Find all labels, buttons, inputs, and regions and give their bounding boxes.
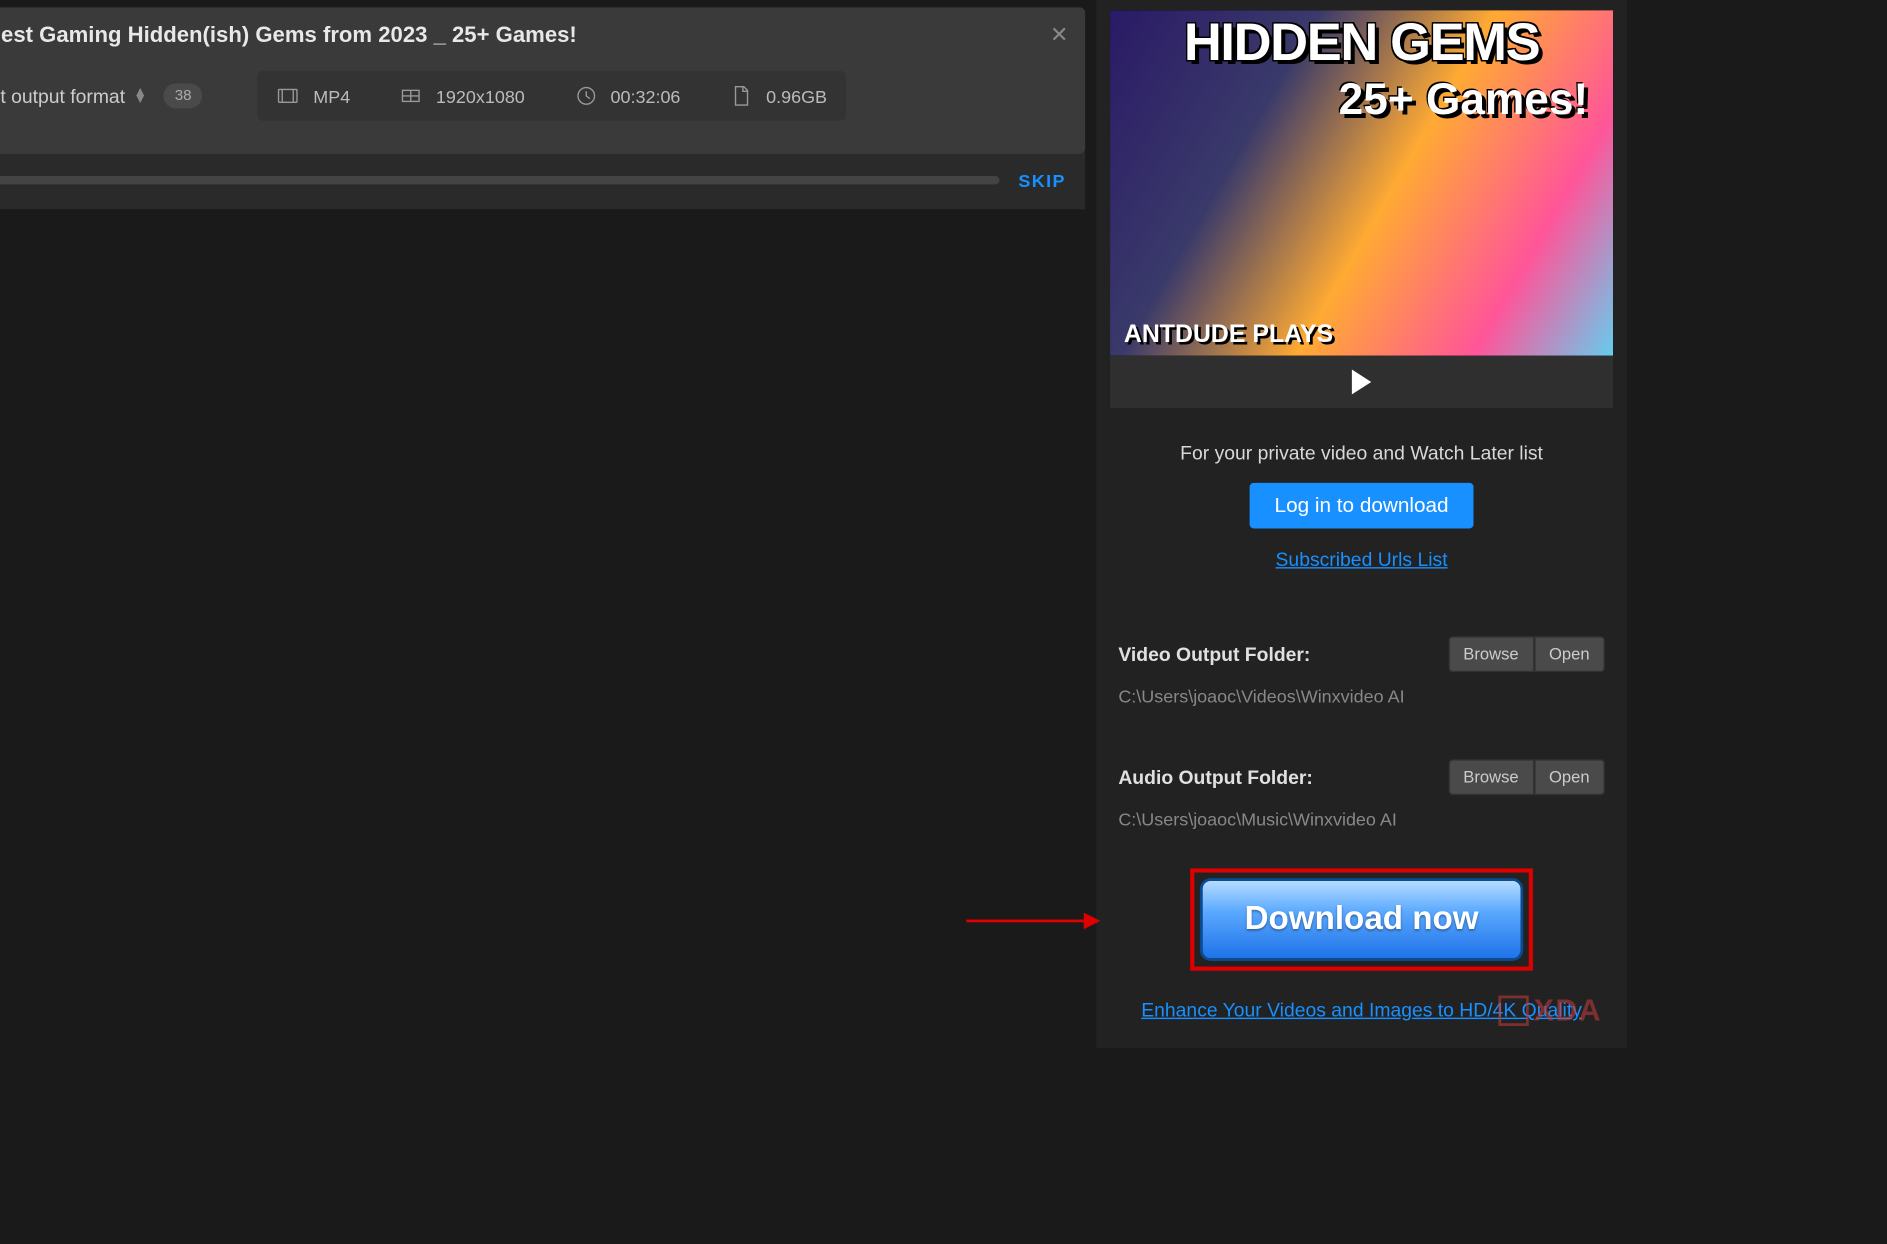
audio-open-button[interactable]: Open [1534, 759, 1605, 795]
audio-output-path: C:\Users\joaoc\Music\Winxvideo AI [1118, 809, 1604, 830]
video-output-path: C:\Users\joaoc\Videos\Winxvideo AI [1118, 686, 1604, 707]
format-resolution: 1920x1080 [400, 85, 525, 107]
preview-sub-text: 25+ Games! [1339, 74, 1589, 125]
sort-icon: ▲▼ [133, 89, 147, 103]
select-format-label[interactable]: Select output format ▲▼ [0, 85, 147, 107]
format-codec: MP4 [277, 85, 350, 107]
audio-output-label: Audio Output Folder: [1118, 766, 1313, 788]
play-icon [1352, 370, 1371, 395]
annotation-arrow [966, 920, 1097, 923]
login-info-text: For your private video and Watch Later l… [1180, 441, 1543, 463]
progress-bar[interactable] [0, 176, 999, 184]
video-browse-button[interactable]: Browse [1448, 636, 1534, 672]
format-count-badge: 38 [164, 83, 203, 108]
format-info-box[interactable]: MP4 1920x1080 00:32:06 [258, 71, 846, 121]
xda-watermark: XDA [1498, 993, 1602, 1029]
video-list-panel: HIDDEN GEMS25+ Games! Biggest Gaming Hid… [0, 0, 1096, 1048]
format-duration: 00:32:06 [575, 85, 681, 107]
video-output-label: Video Output Folder: [1118, 643, 1310, 665]
download-now-button[interactable]: Download now [1200, 878, 1522, 961]
preview-title-text: HIDDEN GEMS [1110, 18, 1613, 68]
play-button[interactable] [1110, 356, 1613, 409]
video-open-button[interactable]: Open [1534, 636, 1605, 672]
preview-thumbnail[interactable]: HIDDEN GEMS 25+ Games! ANTDUDE PLAYS [1110, 10, 1613, 356]
login-button[interactable]: Log in to download [1250, 483, 1474, 529]
preview-channel-text: ANTDUDE PLAYS [1124, 322, 1333, 344]
progress-row: ⬇ SKIP [0, 151, 1085, 209]
video-card: HIDDEN GEMS25+ Games! Biggest Gaming Hid… [0, 7, 1085, 153]
annotation-highlight-box: Download now [1191, 868, 1533, 970]
subscribed-urls-link[interactable]: Subscribed Urls List [1276, 548, 1448, 570]
card-close-icon[interactable]: ✕ [1050, 21, 1069, 49]
video-title: Biggest Gaming Hidden(ish) Gems from 202… [0, 24, 1066, 49]
audio-browse-button[interactable]: Browse [1448, 759, 1534, 795]
format-size: 0.96GB [730, 85, 827, 107]
right-panel: HIDDEN GEMS 25+ Games! ANTDUDE PLAYS For… [1096, 0, 1627, 1048]
skip-link[interactable]: SKIP [1018, 170, 1065, 191]
